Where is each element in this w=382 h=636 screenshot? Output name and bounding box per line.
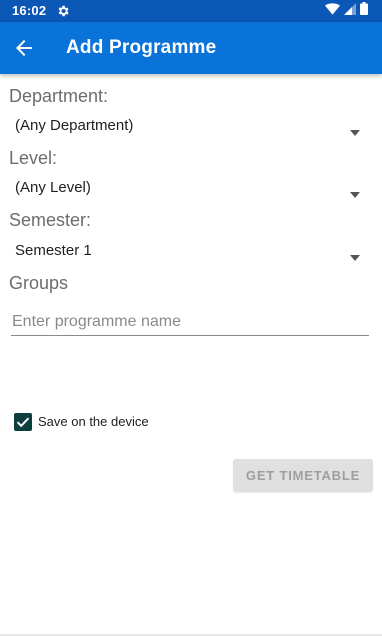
semester-dropdown[interactable]: Semester 1 <box>8 235 368 267</box>
dropdown-arrow-icon <box>350 185 360 198</box>
dropdown-arrow-icon <box>350 248 360 261</box>
groups-label: Groups <box>9 273 69 293</box>
back-arrow-icon[interactable] <box>12 36 36 60</box>
signal-icon <box>344 2 356 20</box>
department-dropdown[interactable]: (Any Department) <box>8 110 368 142</box>
checkmark-icon <box>16 417 30 428</box>
wifi-icon <box>325 2 340 20</box>
status-icons <box>325 2 368 20</box>
get-timetable-button[interactable]: GET TIMETABLE <box>233 459 373 492</box>
department-value: (Any Department) <box>15 117 134 134</box>
page-title: Add Programme <box>66 37 217 58</box>
semester-label: Semester: <box>9 210 92 230</box>
level-dropdown[interactable]: (Any Level) <box>8 172 368 204</box>
settings-icon <box>56 4 70 18</box>
programme-name-input[interactable] <box>11 308 369 336</box>
level-label: Level: <box>9 148 58 168</box>
save-on-device-label: Save on the device <box>38 414 149 429</box>
status-time: 16:02 <box>12 3 47 18</box>
status-bar: 16:02 <box>0 0 382 22</box>
semester-value: Semester 1 <box>15 242 92 259</box>
app-bar: Add Programme <box>0 22 382 74</box>
battery-icon <box>360 2 368 20</box>
department-label: Department: <box>9 86 109 106</box>
level-value: (Any Level) <box>15 179 91 196</box>
save-on-device-checkbox[interactable] <box>14 413 32 431</box>
dropdown-arrow-icon <box>350 123 360 136</box>
